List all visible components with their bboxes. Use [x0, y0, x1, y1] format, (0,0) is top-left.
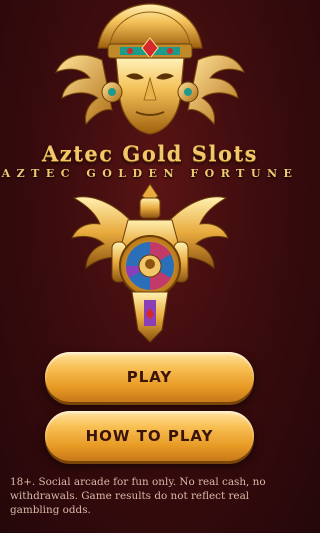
play-button[interactable]: PLAY [45, 352, 254, 402]
how-to-play-button[interactable]: HOW TO PLAY [45, 411, 254, 461]
golden-winged-warrior-icon [71, 183, 229, 343]
splash-screen: Aztec Gold Slots AZTEC GOLDEN FORTUNE PL… [0, 0, 300, 533]
disclaimer-text: 18+. Social arcade for fun only. No real… [10, 476, 266, 516]
app-title: Aztec Gold Slots [42, 141, 258, 166]
app-subtitle: AZTEC GOLDEN FORTUNE [1, 167, 299, 180]
aztec-gold-mask-icon [54, 3, 246, 135]
